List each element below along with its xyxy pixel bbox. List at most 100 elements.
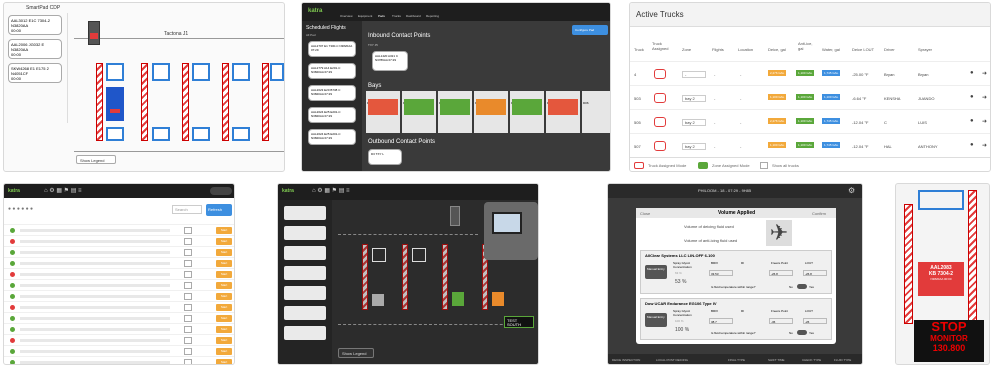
start-button[interactable]: Start [216,326,232,333]
footer-tab[interactable]: SHIFT TIME [768,358,785,362]
flight-card[interactable] [284,206,326,220]
bay[interactable] [372,248,386,262]
document-icon[interactable] [184,304,192,311]
footer-tab[interactable]: FLUID TYPE [834,358,851,362]
table-row[interactable]: Start [4,301,234,312]
table-row[interactable]: Start [4,257,234,268]
footer-tab[interactable]: LOCAL POST DEICING [656,358,688,362]
nav-item[interactable]: Reporting [426,14,439,18]
start-button[interactable]: Start [216,348,232,355]
active-bay[interactable] [106,87,124,121]
eye-icon[interactable]: ● [970,70,974,76]
bay-occupied[interactable] [492,292,504,306]
fluid-toggle[interactable] [797,284,807,289]
test-marker[interactable]: TEST SOUTH [504,316,534,328]
nav-item[interactable]: Pads [378,14,385,18]
document-icon[interactable] [184,348,192,355]
bay[interactable] [412,248,426,262]
document-icon[interactable] [184,359,192,364]
document-icon[interactable] [184,238,192,245]
assigned-toggle[interactable] [654,117,666,127]
eye-icon[interactable]: ● [970,142,974,148]
table-row[interactable]: Start [4,323,234,334]
outbound-card[interactable]: D3 TXY L [368,149,402,165]
footer-tab[interactable]: DEICE INSPECTION [612,358,640,362]
nav-item[interactable]: Trucks [392,14,401,18]
assigned-toggle[interactable] [654,141,666,151]
start-button[interactable]: Start [216,238,232,245]
flight-card[interactable]: AAL2023 E20 B738 C N3820AA 07:29 [308,85,356,101]
flight-card[interactable]: AAL2707 E1 7300-C N3820AA 07:29 [308,41,356,57]
truck-marker[interactable] [450,206,460,226]
start-button[interactable]: Start [216,271,232,278]
zone-select[interactable]: bay 2 [682,143,706,150]
start-button[interactable]: Start [216,315,232,322]
assigned-toggle[interactable] [654,93,666,103]
show-legend-button[interactable]: Show Legend [338,348,374,358]
bay-occupied[interactable] [372,294,384,306]
bay-card[interactable]: D04 [510,91,544,133]
start-button[interactable]: Start [216,293,232,300]
flight-card[interactable]: SKW4268 E1 E175 2 N4051CF 00:00 [8,63,62,83]
footer-tab[interactable]: FINAL TYPE [728,358,745,362]
configure-pad-button[interactable]: Configure Pad [572,25,608,35]
truck-marker[interactable] [90,33,98,39]
logout-icon[interactable]: ➜ [982,142,987,149]
search-input[interactable]: Search [172,205,202,214]
user-pill[interactable] [210,187,232,195]
flight-card[interactable] [284,246,326,260]
start-button[interactable]: Start [216,260,232,267]
bay-card[interactable]: D05 [546,91,580,133]
start-button[interactable]: Start [216,249,232,256]
assigned-toggle[interactable] [654,69,666,79]
table-row[interactable]: Start [4,224,234,235]
table-row[interactable]: Start [4,279,234,290]
flight-card[interactable] [284,326,326,340]
document-icon[interactable] [184,249,192,256]
document-icon[interactable] [184,282,192,289]
footer-tab[interactable]: CHECK TYPE [802,358,821,362]
manual-entry-button[interactable]: Manual Entry [645,265,667,279]
flight-card[interactable]: AAL3012 E1C 7304-2 N3820AA 00:00 [8,15,62,35]
bay-card[interactable]: D02 [438,91,472,133]
bay[interactable] [270,63,284,81]
bay-card[interactable]: D01 [402,91,436,133]
table-row[interactable]: Start [4,334,234,345]
zone-select[interactable]: - [682,71,706,78]
bay[interactable] [232,63,250,81]
nav-item[interactable]: Dashboard [406,14,421,18]
legend-swatch-green[interactable] [698,162,708,169]
start-button[interactable]: Start [216,282,232,289]
flight-marker[interactable]: AAL2083 KB 7304-2 N3820AA 00:00 [918,262,964,296]
show-legend-button[interactable]: Show Legend [76,155,116,164]
document-icon[interactable] [184,271,192,278]
bay[interactable] [192,127,210,141]
bay-card[interactable]: D06 [582,91,610,133]
brix-input[interactable]: 33.53 [709,270,733,276]
table-row[interactable]: Start [4,290,234,301]
close-button[interactable]: Close [640,211,650,216]
flight-card[interactable]: AAL2024 E25 E201-C N3820AA 07:29 [308,129,356,145]
start-button[interactable]: Start [216,337,232,344]
document-icon[interactable] [184,293,192,300]
bay-occupied[interactable] [452,292,464,306]
bay[interactable] [152,127,170,141]
confirm-button[interactable]: Confirm [812,211,826,216]
table-row[interactable]: Start [4,235,234,246]
bay[interactable] [106,127,124,141]
document-icon[interactable] [184,337,192,344]
zone-select[interactable]: bay 2 [682,119,706,126]
document-icon[interactable] [184,315,192,322]
gear-icon[interactable]: ⚙ [848,186,855,195]
flight-card[interactable]: AAL2779 A14 E201-C N3820AA 07:29 [308,63,356,79]
zone-select[interactable]: bay 2 [682,95,706,102]
table-row[interactable]: Start [4,345,234,356]
bay[interactable] [192,63,210,81]
start-button[interactable]: Start [216,359,232,364]
document-icon[interactable] [184,227,192,234]
table-row[interactable]: Start [4,246,234,257]
bay-card[interactable]: D03 [474,91,508,133]
inbound-card[interactable]: AAL1420 A321 C N3789AA 07:29 [372,51,408,71]
bay-card[interactable]: D01 [366,91,400,133]
start-button[interactable]: Start [216,304,232,311]
